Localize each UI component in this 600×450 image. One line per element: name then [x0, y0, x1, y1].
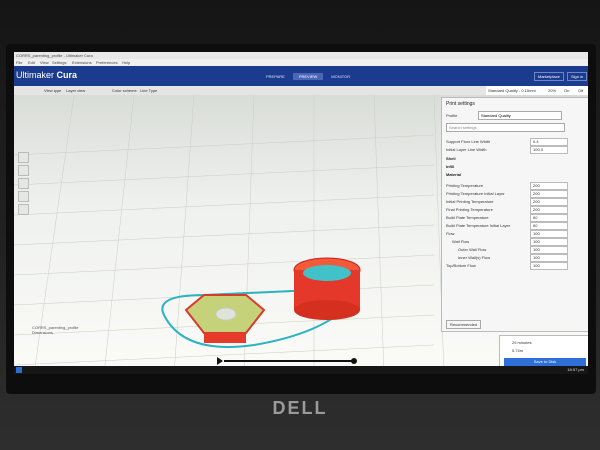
stage-tabs: PREPARE PREVIEW MONITOR	[260, 73, 356, 80]
menu-edit[interactable]: Edit	[28, 60, 35, 65]
profile-label: Profile	[446, 113, 458, 118]
setting-row: Outer Wall Flow 100	[446, 246, 570, 254]
layer-slider-handle[interactable]	[351, 358, 357, 364]
view-type-select[interactable]: Layer view	[66, 88, 85, 93]
setting-row: Support Floor Line Width 0.4	[446, 138, 570, 146]
infill-value: 20%	[548, 88, 557, 93]
recommended-button[interactable]: Recommended	[446, 320, 482, 329]
setting-value-input[interactable]: 60	[530, 222, 568, 230]
color-scheme-label: Color scheme	[112, 88, 137, 93]
window-title: CORRS_parenting_profile - Ultimaker Cura	[16, 53, 93, 58]
left-tool-panel	[18, 152, 29, 232]
setting-row: Inner Wall(s) Flow 100	[446, 254, 570, 262]
setting-value-input[interactable]: 100	[530, 238, 568, 246]
windows-taskbar: 18:57 pm	[14, 366, 588, 374]
taskbar-clock: 18:57 pm	[567, 367, 584, 372]
setting-row: Initial Layer Line Width 100.0	[446, 146, 570, 154]
app-header: Ultimaker Cura PREPARE PREVIEW MONITOR M…	[14, 66, 588, 86]
setting-row: Initial Printing Temperature 200	[446, 198, 570, 206]
material-usage: 5.74m	[512, 348, 524, 353]
menu-file[interactable]: File	[16, 60, 22, 65]
menu-view[interactable]: View	[40, 60, 49, 65]
screen: CORRS_parenting_profile - Ultimaker Cura…	[14, 52, 588, 374]
print-settings-panel: Print settings Profile Standard Quality …	[441, 97, 588, 332]
cylinder-base	[294, 300, 360, 320]
setting-value-input[interactable]: 200	[530, 190, 568, 198]
marketplace-button[interactable]: Marketplace	[534, 72, 564, 81]
view-type-label: View type	[44, 88, 62, 93]
setting-value-input[interactable]: 100.0	[530, 146, 568, 154]
hex-nut-hole	[215, 307, 237, 321]
setting-value-input[interactable]: 0.4	[530, 138, 568, 146]
windows-start-icon[interactable]	[16, 367, 22, 373]
app-logo: Ultimaker Cura	[16, 70, 78, 80]
category-shell[interactable]: Shell	[446, 156, 570, 163]
rotate-tool-icon[interactable]	[18, 178, 29, 189]
print-setup-bar[interactable]: Standard Quality - 0.15mm 20% On Off	[486, 86, 588, 95]
search-settings-input[interactable]: Search settings	[446, 123, 565, 132]
setting-value-input[interactable]: 100	[530, 254, 568, 262]
setting-value-input[interactable]: 200	[530, 182, 568, 190]
profile-select[interactable]: Standard Quality	[478, 111, 562, 120]
scale-tool-icon[interactable]	[18, 165, 29, 176]
object-info: CORRS_parenting_profile Dimensions	[32, 325, 78, 335]
title-bar: CORRS_parenting_profile - Ultimaker Cura	[14, 52, 588, 59]
cylinder-inner	[303, 265, 351, 281]
support-blocker-icon[interactable]	[18, 204, 29, 215]
menu-preferences[interactable]: Preferences	[96, 60, 118, 65]
print-time: 29 minutes	[512, 340, 532, 345]
setting-row: Printing Temperature Initial Layer 200	[446, 190, 570, 198]
color-scheme-select[interactable]: Line Type	[140, 88, 157, 93]
dell-logo: DELL	[272, 398, 328, 418]
setting-row: Wall Flow 100	[446, 238, 570, 246]
setting-value-input[interactable]: 200	[530, 206, 568, 214]
setting-row: Printing Temperature 200	[446, 182, 570, 190]
tab-preview[interactable]: PREVIEW	[292, 73, 324, 80]
mirror-tool-icon[interactable]	[18, 191, 29, 202]
object-dimensions-label: Dimensions	[32, 330, 53, 335]
save-to-disk-button[interactable]: Save to Disk	[504, 358, 586, 366]
setting-value-input[interactable]: 100	[530, 246, 568, 254]
signin-button[interactable]: Sign in	[567, 72, 588, 81]
category-material[interactable]: Material	[446, 172, 570, 179]
setting-row: Build Plate Temperature Initial Layer 60	[446, 222, 570, 230]
menu-bar: File Edit View Settings Extensions Prefe…	[14, 59, 588, 66]
setting-value-input[interactable]: 100	[530, 262, 568, 270]
category-infill[interactable]: Infill	[446, 164, 570, 171]
setting-row: Flow 100	[446, 230, 570, 238]
setting-value-input[interactable]: 60	[530, 214, 568, 222]
move-tool-icon[interactable]	[18, 152, 29, 163]
setting-value-input[interactable]: 200	[530, 198, 568, 206]
panel-title: Print settings	[446, 101, 475, 107]
setting-row: Final Printing Temperature 200	[446, 206, 570, 214]
setting-value-input[interactable]: 100	[530, 230, 568, 238]
menu-extensions[interactable]: Extensions	[72, 60, 92, 65]
tab-monitor[interactable]: MONITOR	[325, 73, 356, 80]
menu-help[interactable]: Help	[122, 60, 130, 65]
support-value: On	[564, 88, 570, 93]
play-icon[interactable]	[217, 357, 223, 365]
hex-nut-side	[204, 333, 246, 343]
tab-prepare[interactable]: PREPARE	[260, 73, 291, 80]
quality-profile[interactable]: Standard Quality - 0.15mm	[488, 88, 536, 93]
setting-row: Build Plate Temperature 60	[446, 214, 570, 222]
setting-row: Top/Bottom Flow 100	[446, 262, 570, 270]
menu-settings[interactable]: Settings	[52, 60, 66, 65]
adhesion-value: Off	[578, 88, 584, 93]
